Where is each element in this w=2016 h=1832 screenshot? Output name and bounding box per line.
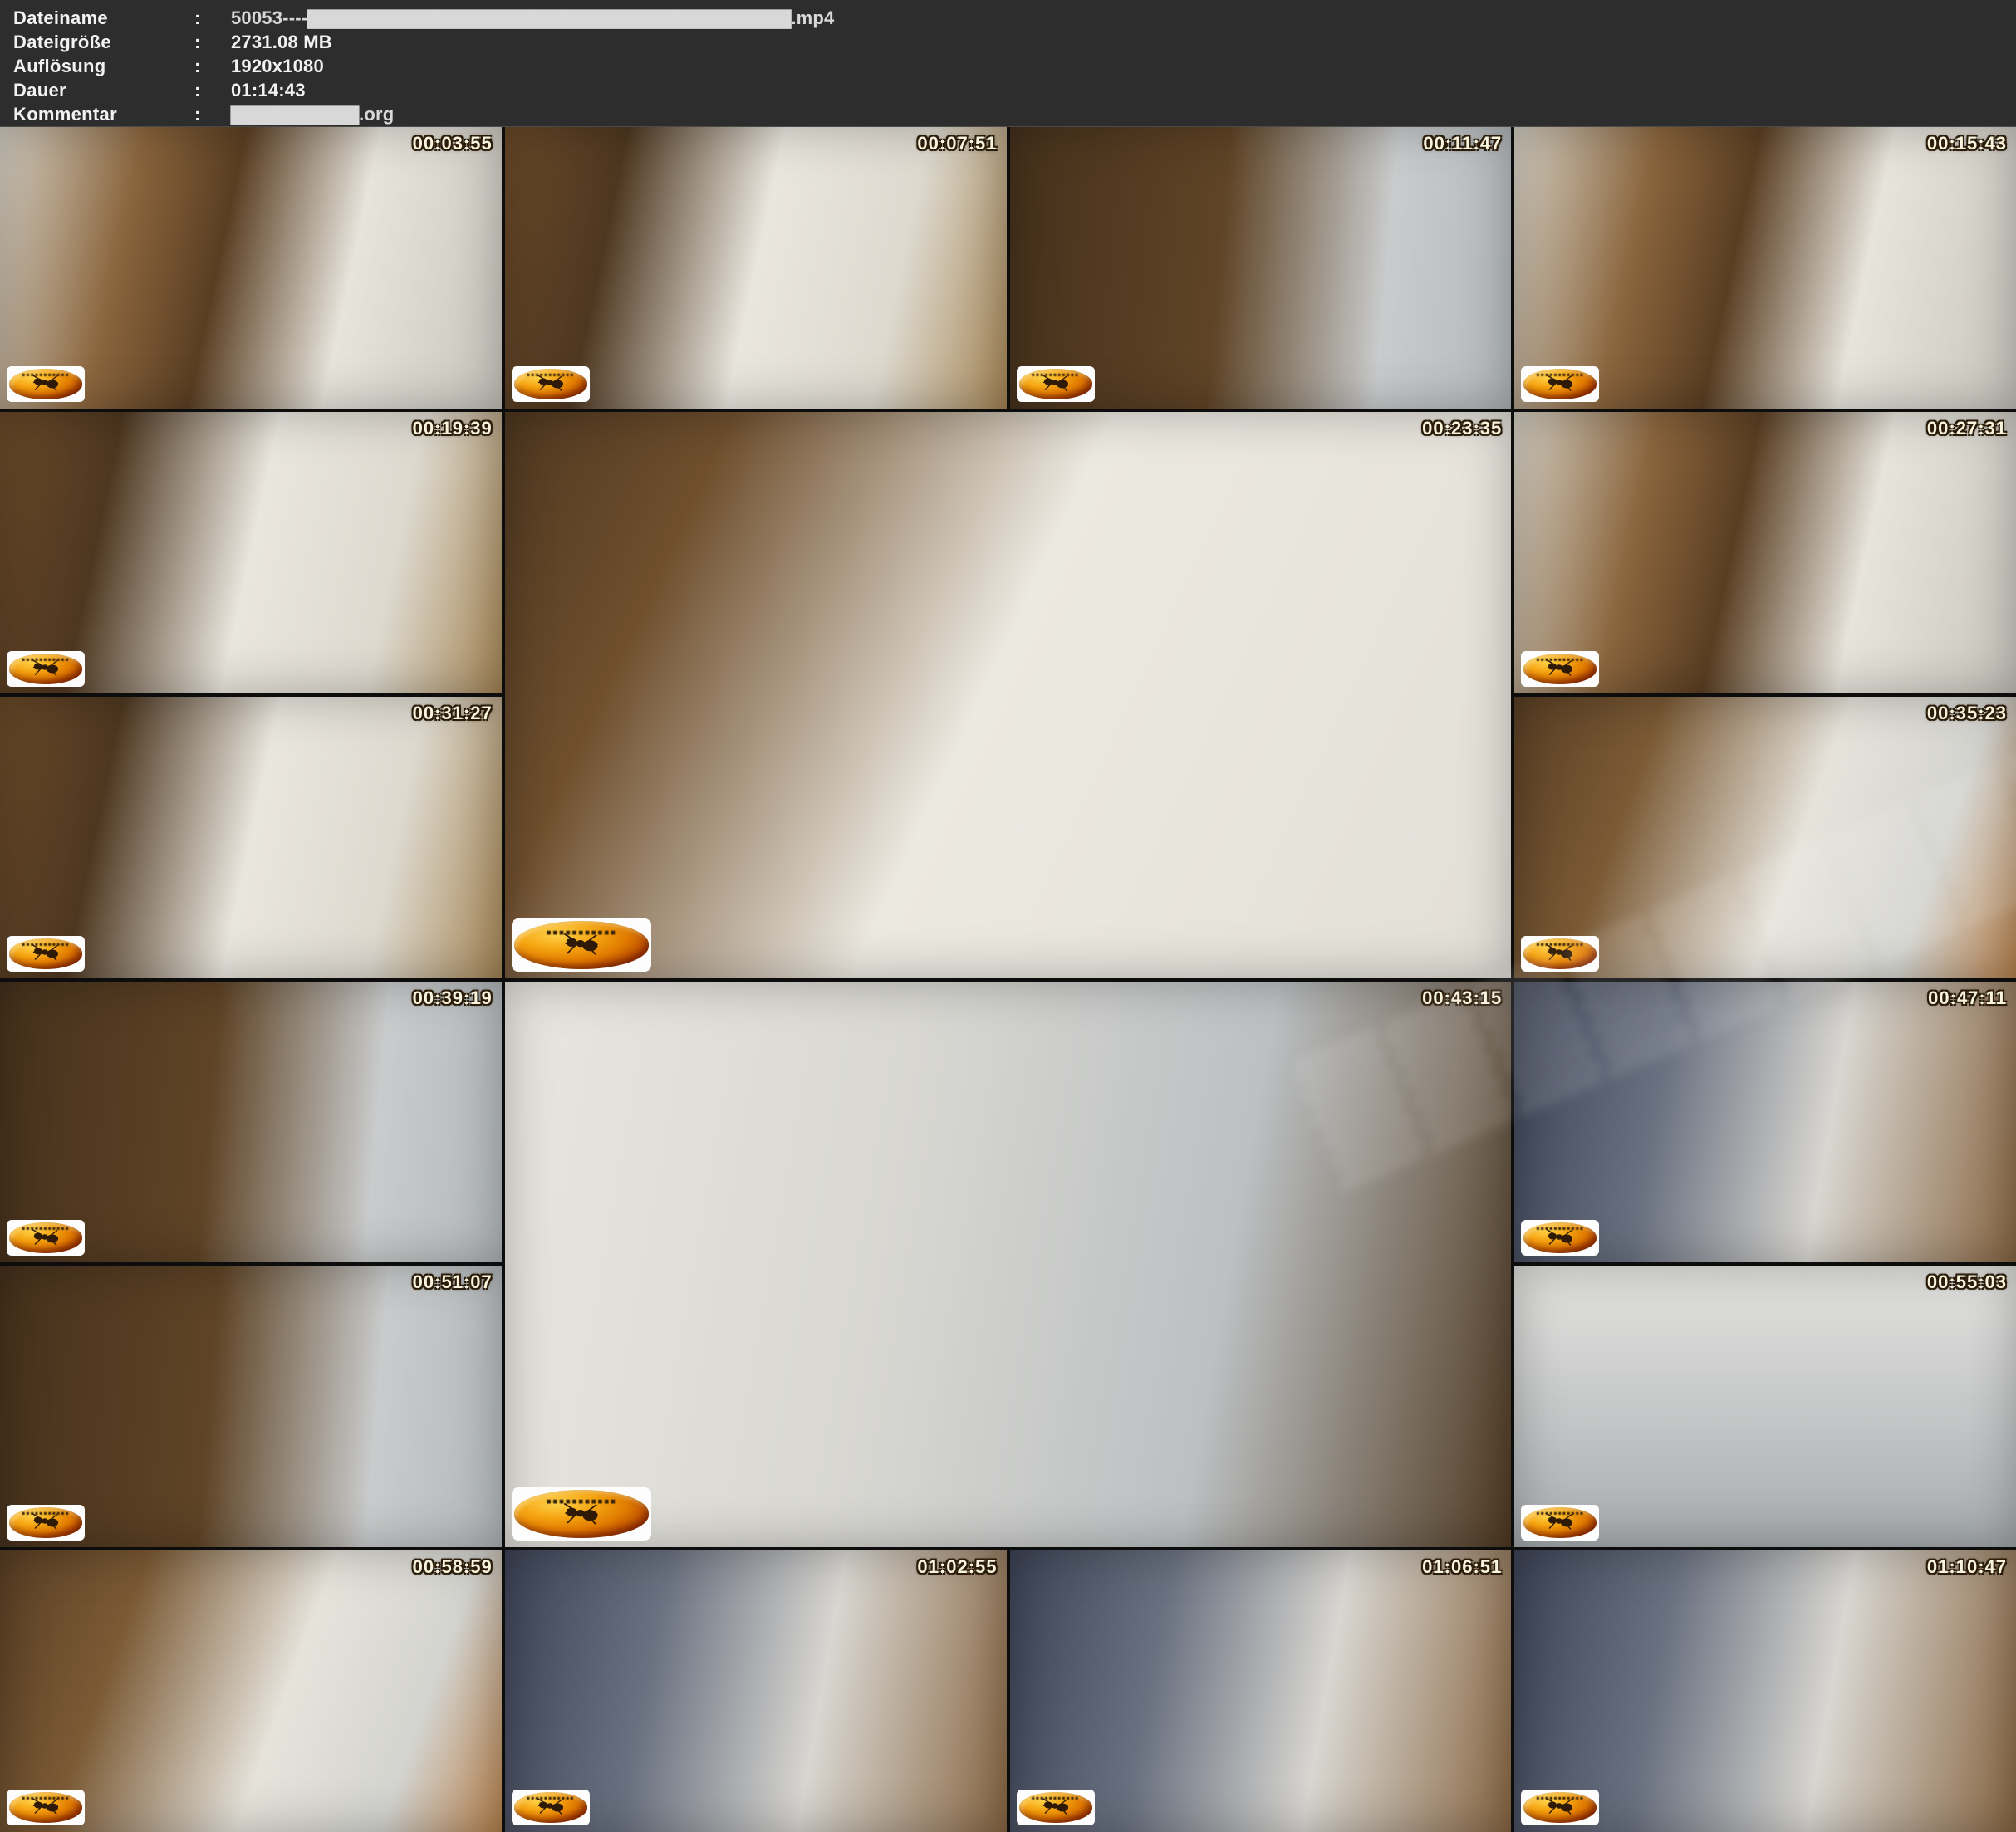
- video-contact-sheet: Dateiname : 50053----▇▇▇▇▇▇▇▇▇▇▇▇▇▇▇▇▇▇▇…: [0, 0, 2016, 1832]
- resolution-value: 1920x1080: [231, 54, 324, 78]
- watermark-chip: ▪▪▪▪▪▪▪▪▪▪▪: [1017, 1790, 1095, 1825]
- video-frame-thumbnail: 00:35:23 ▪▪▪▪▪▪▪▪▪▪▪: [1514, 697, 2016, 978]
- chip-text-redacted: ▪▪▪▪▪▪▪▪▪▪▪: [7, 1793, 85, 1803]
- timestamp-overlay: 00:07:51: [917, 133, 997, 154]
- video-frame-thumbnail: 00:55:03 ▪▪▪▪▪▪▪▪▪▪▪: [1514, 1266, 2016, 1547]
- timestamp-overlay: 00:11:47: [1423, 133, 1502, 154]
- watermark-chip: ▪▪▪▪▪▪▪▪▪▪▪: [7, 1790, 85, 1825]
- field-label: Kommentar: [13, 102, 194, 126]
- watermark-chip: ▪▪▪▪▪▪▪▪▪▪▪: [7, 1505, 85, 1541]
- chip-text-redacted: ▪▪▪▪▪▪▪▪▪▪▪: [1521, 370, 1599, 380]
- field-separator: :: [194, 54, 231, 78]
- timestamp-overlay: 00:31:27: [413, 703, 493, 724]
- chip-text-redacted: ▪▪▪▪▪▪▪▪▪▪▪: [7, 939, 85, 949]
- field-dateiname: Dateiname : 50053----▇▇▇▇▇▇▇▇▇▇▇▇▇▇▇▇▇▇▇…: [13, 6, 2016, 30]
- filename-value: 50053----▇▇▇▇▇▇▇▇▇▇▇▇▇▇▇▇▇▇▇▇▇▇▇▇▇▇▇▇▇▇▇…: [231, 6, 834, 30]
- video-frame-thumbnail: 00:27:31 ▪▪▪▪▪▪▪▪▪▪▪: [1514, 412, 2016, 693]
- chip-text-redacted: ▪▪▪▪▪▪▪▪▪▪▪: [1521, 1508, 1599, 1518]
- thumbnail-grid: 00:03:55▪▪▪▪▪▪▪▪▪▪▪00:07:51▪▪▪▪▪▪▪▪▪▪▪00…: [0, 127, 2016, 1832]
- watermark-chip: ▪▪▪▪▪▪▪▪▪▪▪: [512, 918, 651, 972]
- video-frame-thumbnail: 00:07:51 ▪▪▪▪▪▪▪▪▪▪▪: [505, 127, 1007, 409]
- watermark-chip: ▪▪▪▪▪▪▪▪▪▪▪: [1521, 1790, 1599, 1825]
- timestamp-overlay: 01:02:55: [917, 1556, 997, 1578]
- chip-text-redacted: ▪▪▪▪▪▪▪▪▪▪▪: [1521, 939, 1599, 949]
- field-label: Dateigröße: [13, 30, 194, 54]
- chip-text-redacted: ▪▪▪▪▪▪▪▪▪▪▪: [1521, 1793, 1599, 1803]
- field-separator: :: [194, 30, 231, 54]
- chip-text-redacted: ▪▪▪▪▪▪▪▪▪▪▪: [1521, 654, 1599, 664]
- chip-text-redacted: ▪▪▪▪▪▪▪▪▪▪▪: [512, 1793, 590, 1803]
- chip-text-redacted: ▪▪▪▪▪▪▪▪▪▪▪: [7, 1223, 85, 1233]
- field-aufloesung: Auflösung : 1920x1080: [13, 54, 2016, 78]
- video-frame-thumbnail: 00:47:11 ▪▪▪▪▪▪▪▪▪▪▪: [1514, 982, 2016, 1263]
- video-frame-thumbnail: 00:11:47 ▪▪▪▪▪▪▪▪▪▪▪: [1010, 127, 1512, 409]
- watermark-chip: ▪▪▪▪▪▪▪▪▪▪▪: [1521, 1220, 1599, 1256]
- field-label: Dateiname: [13, 6, 194, 30]
- timestamp-overlay: 00:43:15: [1422, 987, 1502, 1009]
- timestamp-overlay: 01:06:51: [1422, 1556, 1502, 1578]
- field-dateigroesse: Dateigröße : 2731.08 MB: [13, 30, 2016, 54]
- field-separator: :: [194, 102, 231, 126]
- chip-text-redacted: ▪▪▪▪▪▪▪▪▪▪▪: [7, 370, 85, 380]
- timestamp-overlay: 00:03:55: [413, 133, 493, 154]
- video-frame-thumbnail: 01:02:55 ▪▪▪▪▪▪▪▪▪▪▪: [505, 1550, 1007, 1832]
- comment-value: ▇▇▇▇▇▇▇▇▇.org: [231, 102, 394, 126]
- timestamp-overlay: 00:27:31: [1927, 418, 2007, 439]
- timestamp-overlay: 00:19:39: [413, 418, 493, 439]
- video-frame-thumbnail: 00:43:15 ▪▪▪▪▪▪▪▪▪▪▪: [505, 982, 1512, 1548]
- chip-text-redacted: ▪▪▪▪▪▪▪▪▪▪▪: [7, 1508, 85, 1518]
- timestamp-overlay: 00:15:43: [1927, 133, 2007, 154]
- field-label: Auflösung: [13, 54, 194, 78]
- file-info-header: Dateiname : 50053----▇▇▇▇▇▇▇▇▇▇▇▇▇▇▇▇▇▇▇…: [0, 0, 2016, 127]
- video-frame-thumbnail: 00:23:35 ▪▪▪▪▪▪▪▪▪▪▪: [505, 412, 1512, 978]
- field-label: Dauer: [13, 78, 194, 102]
- field-separator: :: [194, 6, 231, 30]
- timestamp-overlay: 00:51:07: [413, 1271, 493, 1293]
- field-separator: :: [194, 78, 231, 102]
- chip-text-redacted: ▪▪▪▪▪▪▪▪▪▪▪: [1017, 370, 1095, 380]
- chip-text-redacted: ▪▪▪▪▪▪▪▪▪▪▪: [512, 1494, 651, 1510]
- watermark-chip: ▪▪▪▪▪▪▪▪▪▪▪: [7, 1220, 85, 1256]
- watermark-chip: ▪▪▪▪▪▪▪▪▪▪▪: [1521, 1505, 1599, 1541]
- video-frame-thumbnail: 00:58:59 ▪▪▪▪▪▪▪▪▪▪▪: [0, 1550, 502, 1832]
- watermark-chip: ▪▪▪▪▪▪▪▪▪▪▪: [1521, 366, 1599, 402]
- timestamp-overlay: 00:58:59: [413, 1556, 493, 1578]
- field-kommentar: Kommentar : ▇▇▇▇▇▇▇▇▇.org: [13, 102, 2016, 126]
- watermark-chip: ▪▪▪▪▪▪▪▪▪▪▪: [7, 651, 85, 687]
- timestamp-overlay: 01:10:47: [1927, 1556, 2007, 1578]
- field-dauer: Dauer : 01:14:43: [13, 78, 2016, 102]
- chip-text-redacted: ▪▪▪▪▪▪▪▪▪▪▪: [7, 654, 85, 664]
- timestamp-overlay: 00:35:23: [1927, 703, 2007, 724]
- watermark-chip: ▪▪▪▪▪▪▪▪▪▪▪: [512, 1487, 651, 1541]
- video-frame-thumbnail: 00:15:43 ▪▪▪▪▪▪▪▪▪▪▪: [1514, 127, 2016, 409]
- chip-text-redacted: ▪▪▪▪▪▪▪▪▪▪▪: [512, 925, 651, 941]
- watermark-chip: ▪▪▪▪▪▪▪▪▪▪▪: [1017, 366, 1095, 402]
- chip-text-redacted: ▪▪▪▪▪▪▪▪▪▪▪: [1017, 1793, 1095, 1803]
- watermark-chip: ▪▪▪▪▪▪▪▪▪▪▪: [7, 936, 85, 972]
- watermark-chip: ▪▪▪▪▪▪▪▪▪▪▪: [1521, 651, 1599, 687]
- watermark-chip: ▪▪▪▪▪▪▪▪▪▪▪: [512, 366, 590, 402]
- filesize-value: 2731.08 MB: [231, 30, 332, 54]
- watermark-chip: ▪▪▪▪▪▪▪▪▪▪▪: [512, 1790, 590, 1825]
- timestamp-overlay: 00:47:11: [1928, 987, 2007, 1009]
- video-frame-thumbnail: 00:19:39 ▪▪▪▪▪▪▪▪▪▪▪: [0, 412, 502, 693]
- watermark-chip: ▪▪▪▪▪▪▪▪▪▪▪: [1521, 936, 1599, 972]
- watermark-chip: ▪▪▪▪▪▪▪▪▪▪▪: [7, 366, 85, 402]
- video-frame-thumbnail: 00:51:07 ▪▪▪▪▪▪▪▪▪▪▪: [0, 1266, 502, 1547]
- video-frame-thumbnail: 01:10:47 ▪▪▪▪▪▪▪▪▪▪▪: [1514, 1550, 2016, 1832]
- timestamp-overlay: 00:23:35: [1422, 418, 1502, 439]
- timestamp-overlay: 00:55:03: [1927, 1271, 2007, 1293]
- video-frame-thumbnail: 01:06:51 ▪▪▪▪▪▪▪▪▪▪▪: [1010, 1550, 1512, 1832]
- timestamp-overlay: 00:39:19: [413, 987, 493, 1009]
- chip-text-redacted: ▪▪▪▪▪▪▪▪▪▪▪: [1521, 1223, 1599, 1233]
- video-frame-thumbnail: 00:31:27 ▪▪▪▪▪▪▪▪▪▪▪: [0, 697, 502, 978]
- chip-text-redacted: ▪▪▪▪▪▪▪▪▪▪▪: [512, 370, 590, 380]
- video-frame-thumbnail: 00:03:55 ▪▪▪▪▪▪▪▪▪▪▪: [0, 127, 502, 409]
- duration-value: 01:14:43: [231, 78, 306, 102]
- video-frame-thumbnail: 00:39:19 ▪▪▪▪▪▪▪▪▪▪▪: [0, 982, 502, 1263]
